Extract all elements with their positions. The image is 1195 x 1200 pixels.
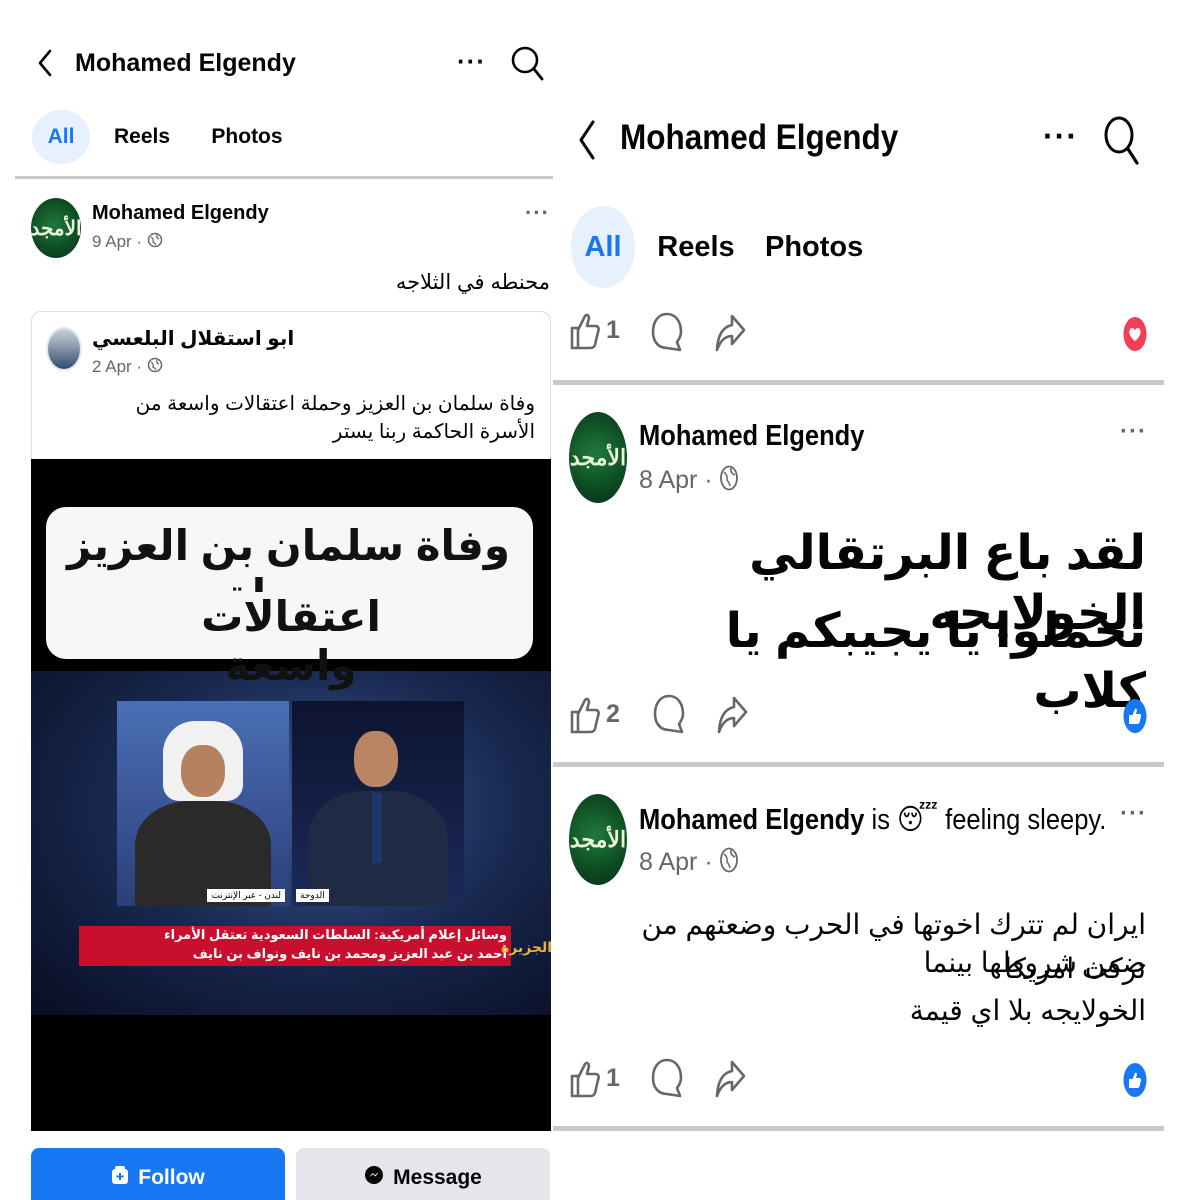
feeling-text[interactable]: feeling sleepy. [945,804,1106,836]
post-divider [553,380,1164,385]
shared-avatar[interactable] [46,327,82,371]
follow-label: Follow [138,1166,205,1189]
post-meta: 8 Apr · [639,465,738,498]
post-meta: 8 Apr · [639,847,738,880]
video-caption-line2: اعتقالات واسعة [151,592,431,689]
shared-date[interactable]: 2 Apr [92,357,132,376]
like-count: 1 [606,1063,620,1092]
share-icon [715,1060,746,1098]
post-meta: 9 Apr · [92,232,163,253]
like-reaction-icon [1123,698,1147,739]
post-date[interactable]: 8 Apr [639,466,697,494]
shared-meta: 2 Apr · [92,357,163,378]
video-label-right: الدوحة [296,889,329,902]
post-author[interactable]: Mohamed Elgendy [639,420,864,453]
post-divider [553,762,1164,767]
post-author-line: Mohamed Elgendy is 😴 feeling sleepy. [639,802,1106,837]
video-anchor-frame: الدوحة [292,701,464,906]
share-icon [715,314,746,352]
post-text-line3: الخولايجه بلا اي قيمة [909,995,1146,1026]
message-button[interactable]: Message [296,1148,550,1200]
avatar[interactable]: الأمجد [569,412,627,503]
tab-photos[interactable]: Photos [765,206,863,288]
like-button[interactable]: 2 [569,692,620,736]
right-profile-screenshot: Mohamed Elgendy ··· All Reels Photos 1 ا… [553,0,1179,1200]
comment-icon [651,312,683,352]
post-more-icon[interactable]: ··· [1120,800,1147,828]
video-label-left: لندن - عبر الإنترنت [207,889,285,902]
like-count: 1 [606,315,620,344]
globe-icon [147,232,163,253]
comment-button[interactable] [652,692,686,736]
post-text-line2: تركت امريكا [1004,953,1146,984]
post-more-icon[interactable]: ··· [1120,418,1147,446]
post-author[interactable]: Mohamed Elgendy [92,202,269,225]
post-date[interactable]: 8 Apr [639,848,697,876]
like-button[interactable]: 1 [569,308,620,352]
like-icon [570,1061,600,1098]
page-title: Mohamed Elgendy [620,118,899,157]
tab-all[interactable]: All [32,110,90,164]
search-icon[interactable] [1103,113,1141,172]
avatar[interactable]: الأمجد [569,794,627,885]
comment-icon [651,1058,683,1098]
share-button[interactable] [715,692,749,736]
messenger-icon [364,1165,384,1191]
post-text: محنطه في الثلاجه [395,271,550,294]
more-icon[interactable]: ··· [1043,118,1078,155]
tab-reels[interactable]: Reels [107,110,177,164]
tab-all[interactable]: All [571,206,635,288]
feeling-emoji: 😴 [897,804,939,836]
love-reaction-icon [1123,316,1147,357]
share-icon [717,696,748,734]
share-button[interactable] [713,310,747,354]
tab-divider [15,176,553,179]
back-icon[interactable] [577,118,597,167]
comment-icon [653,694,685,734]
post-author[interactable]: Mohamed Elgendy [639,804,864,836]
anchor-face [354,731,398,787]
message-label: Message [393,1166,482,1189]
like-reaction-icon [1123,1062,1147,1103]
left-profile-screenshot: Mohamed Elgendy ··· All Reels Photos الأ… [15,0,553,1200]
follow-button[interactable]: Follow [31,1148,285,1200]
like-button[interactable]: 1 [569,1056,620,1100]
ticker-line2: أحمد بن عبد العزيز ومحمد بن نايف ونواف ب… [192,946,507,961]
shared-text: وفاة سلمان بن العزيز وحملة اعتقالات واسع… [135,393,535,443]
feeling-prefix: is [871,804,890,836]
post-date[interactable]: 9 Apr [92,232,132,251]
tab-photos[interactable]: Photos [205,110,289,164]
guest-face [181,745,225,797]
globe-icon [147,357,163,378]
video-player[interactable]: وفاة سلمان بن العزيز وحملة اعتقالات واسع… [31,459,551,1131]
video-guest-frame: لندن - عبر الإنترنت [117,701,289,906]
anchor-tie [372,793,382,863]
tab-reels[interactable]: Reels [657,206,735,288]
more-icon[interactable]: ··· [457,46,486,77]
globe-icon [719,465,738,498]
channel-logo: الجزيرة [501,939,551,955]
ticker-line1: وسائل إعلام أمريكية: السلطات السعودية تع… [163,927,507,942]
globe-icon [719,847,738,880]
search-icon[interactable] [510,45,544,86]
post-text-line2: تحملوا يا يجيبكم يا كلاب [725,605,1146,718]
comment-button[interactable] [650,310,684,354]
follow-icon [111,1165,129,1191]
post-divider [553,1126,1164,1131]
comment-button[interactable] [650,1056,684,1100]
back-icon[interactable] [37,48,53,83]
avatar[interactable]: الأمجد [31,198,81,258]
like-icon [570,697,600,734]
post-more-icon[interactable]: ··· [525,200,550,226]
like-icon [570,313,600,350]
video-ticker: وسائل إعلام أمريكية: السلطات السعودية تع… [79,926,511,966]
share-button[interactable] [713,1056,747,1100]
like-count: 2 [606,699,620,728]
shared-author[interactable]: ابو استقلال البلعسي [92,326,294,351]
page-title: Mohamed Elgendy [75,49,296,77]
